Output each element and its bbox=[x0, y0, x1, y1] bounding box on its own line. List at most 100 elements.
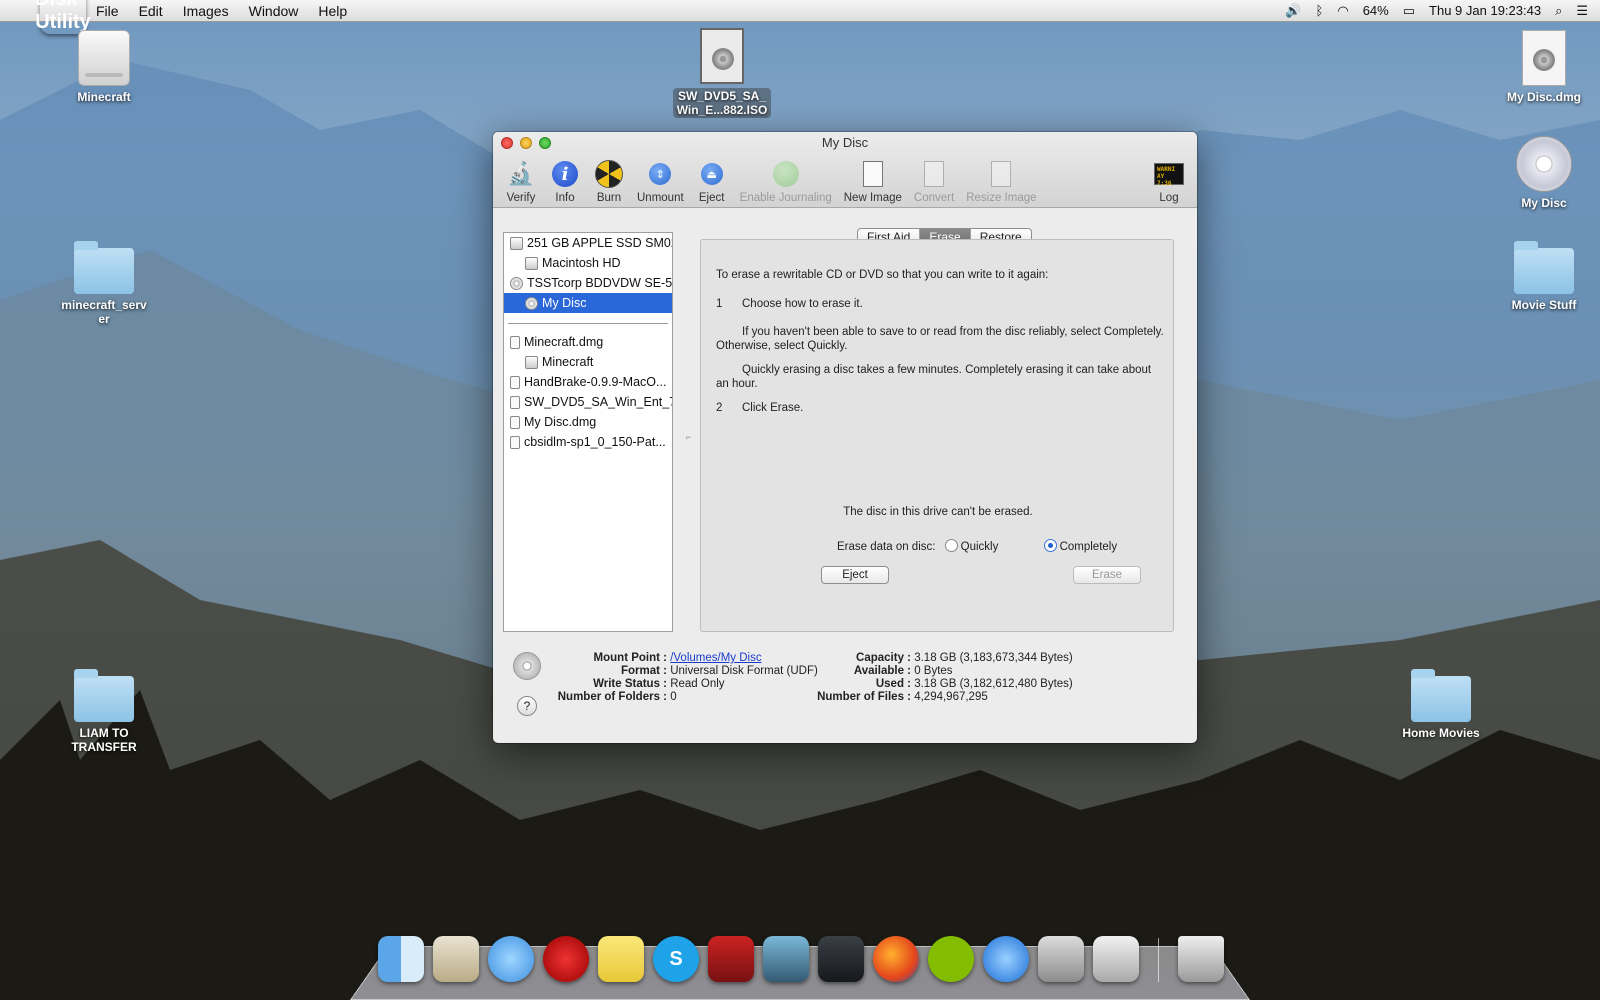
spotlight-search-icon[interactable]: ⌕ bbox=[1555, 3, 1562, 19]
dock-itunes-icon[interactable] bbox=[983, 936, 1029, 982]
eject-icon: ⏏ bbox=[700, 163, 723, 185]
sidebar-item-macintosh-hd[interactable]: Macintosh HD bbox=[504, 253, 672, 273]
menu-app-name[interactable]: Disk Utility bbox=[35, 0, 91, 34]
disc-icon bbox=[513, 652, 541, 680]
menu-file[interactable]: File bbox=[86, 3, 129, 19]
menu-edit[interactable]: Edit bbox=[129, 3, 173, 19]
erase-button[interactable]: Erase bbox=[1073, 566, 1141, 584]
number-of-files-row: Number of Files : 4,294,967,295 bbox=[817, 691, 988, 703]
new-image-button[interactable]: New Image bbox=[838, 158, 908, 204]
folder-icon bbox=[74, 669, 134, 722]
disc-icon bbox=[525, 296, 538, 310]
sidebar-item-optical-drive[interactable]: TSSTcorp BDDVDW SE-5... bbox=[504, 273, 672, 293]
desktop-icon-liam-to-transfer[interactable]: LIAM TO TRANSFER bbox=[49, 669, 159, 754]
volume-icon bbox=[525, 355, 538, 369]
folder-icon bbox=[1411, 669, 1471, 722]
eject-button[interactable]: Eject bbox=[821, 566, 889, 584]
desktop-icon-minecraft-server[interactable]: minecraft_serv er bbox=[49, 241, 159, 326]
battery-percent[interactable]: 64% bbox=[1363, 3, 1389, 18]
dock-trash-icon[interactable] bbox=[1178, 936, 1224, 982]
erase-panel: To erase a rewritable CD or DVD so that … bbox=[700, 239, 1174, 632]
convert-icon bbox=[924, 161, 945, 187]
desktop-icon-movie-stuff[interactable]: Movie Stuff bbox=[1489, 241, 1599, 312]
write-status-row: Write Status : Read Only bbox=[593, 678, 725, 690]
desktop-icon-my-disc[interactable]: My Disc bbox=[1489, 136, 1599, 210]
desktop-icon-minecraft[interactable]: Minecraft bbox=[49, 30, 159, 104]
toolbar: 🔬 Verify i Info Burn ⇕ Unmount ⏏ Eject E… bbox=[499, 158, 1191, 204]
sidebar-item-minecraft-volume[interactable]: Minecraft bbox=[504, 352, 672, 372]
console-log-icon: WARNI AY 7:36 bbox=[1154, 163, 1184, 187]
number-of-folders-row: Number of Folders : 0 bbox=[557, 691, 677, 703]
dock-downloader-icon[interactable] bbox=[543, 936, 589, 982]
sidebar-item-handbrake[interactable]: HandBrake-0.9.9-MacO... bbox=[504, 372, 672, 392]
erase-status-message: The disc in this drive can't be erased. bbox=[843, 506, 1033, 518]
window-titlebar[interactable]: My Disc 🔬 Verify i Info Burn ⇕ Unmount ⏏… bbox=[493, 132, 1197, 208]
sidebar-item-sw-dvd5[interactable]: SW_DVD5_SA_Win_Ent_7... bbox=[504, 392, 672, 412]
burn-button[interactable]: Burn bbox=[587, 158, 631, 204]
unmount-icon: ⇕ bbox=[649, 163, 672, 185]
resize-image-icon bbox=[991, 161, 1012, 187]
dock-photo-booth-icon[interactable] bbox=[708, 936, 754, 982]
format-row: Format : Universal Disk Format (UDF) bbox=[621, 665, 818, 677]
volume-icon bbox=[525, 256, 538, 270]
available-row: Available : 0 Bytes bbox=[853, 665, 953, 677]
menu-window[interactable]: Window bbox=[239, 3, 309, 19]
notification-center-icon[interactable]: ☰ bbox=[1576, 3, 1588, 19]
dock-disk-utility-icon[interactable] bbox=[1038, 936, 1084, 982]
unmount-button[interactable]: ⇕ Unmount bbox=[631, 158, 690, 204]
sidebar-item-minecraft-dmg[interactable]: Minecraft.dmg bbox=[504, 332, 672, 352]
menu-images[interactable]: Images bbox=[173, 3, 239, 19]
disk-image-icon bbox=[700, 28, 744, 84]
disk-image-file-icon bbox=[510, 395, 520, 409]
battery-icon[interactable]: ▭ bbox=[1403, 3, 1415, 19]
log-button[interactable]: WARNI AY 7:36 Log bbox=[1147, 158, 1191, 204]
hard-drive-icon bbox=[510, 236, 523, 250]
dock-image-capture-icon[interactable] bbox=[763, 936, 809, 982]
bluetooth-icon[interactable]: ᛒ bbox=[1316, 3, 1324, 18]
dock-messages-icon[interactable] bbox=[488, 936, 534, 982]
eject-toolbar-button[interactable]: ⏏ Eject bbox=[690, 158, 734, 204]
resize-image-button[interactable]: Resize Image bbox=[960, 158, 1042, 204]
split-view-grip[interactable]: ⌐ bbox=[686, 432, 691, 442]
sidebar-item-my-disc-dmg[interactable]: My Disc.dmg bbox=[504, 412, 672, 432]
dock-system-preferences-icon[interactable] bbox=[1093, 936, 1139, 982]
dock-finder-icon[interactable] bbox=[378, 936, 424, 982]
volume-icon[interactable]: 🔊 bbox=[1285, 3, 1301, 19]
menu-help[interactable]: Help bbox=[308, 3, 357, 19]
dock-steam-icon[interactable] bbox=[818, 936, 864, 982]
disk-image-file-icon bbox=[510, 335, 520, 349]
verify-button[interactable]: 🔬 Verify bbox=[499, 158, 543, 204]
radio-completely-circle[interactable] bbox=[1043, 539, 1057, 552]
radio-quickly[interactable]: Quickly bbox=[944, 539, 998, 553]
sidebar-item-cbsidlm[interactable]: cbsidlm-sp1_0_150-Pat... bbox=[504, 432, 672, 452]
disk-utility-window: My Disc 🔬 Verify i Info Burn ⇕ Unmount ⏏… bbox=[493, 132, 1197, 743]
dock-spotify-icon[interactable] bbox=[928, 936, 974, 982]
dock-firefox-icon[interactable] bbox=[873, 936, 919, 982]
desktop-icon-my-disc-dmg[interactable]: My Disc.dmg bbox=[1489, 30, 1599, 104]
desktop-icon-iso[interactable]: SW_DVD5_SA_ Win_E...882.ISO bbox=[667, 28, 777, 118]
dock-skype-icon[interactable]: S bbox=[653, 936, 699, 982]
dock-separator bbox=[1158, 938, 1159, 982]
radio-quickly-circle[interactable] bbox=[944, 539, 958, 552]
disk-image-file-icon bbox=[510, 375, 520, 389]
desktop-icon-home-movies[interactable]: Home Movies bbox=[1386, 669, 1496, 740]
disc-info-footer: ? Mount Point : /Volumes/My Disc Format … bbox=[493, 644, 1197, 740]
clock[interactable]: Thu 9 Jan 19:23:43 bbox=[1429, 3, 1541, 18]
enable-journaling-button[interactable]: Enable Journaling bbox=[734, 158, 838, 204]
convert-button[interactable]: Convert bbox=[908, 158, 960, 204]
info-button[interactable]: i Info bbox=[543, 158, 587, 204]
dvd-disc-icon bbox=[1516, 136, 1572, 192]
help-button[interactable]: ? bbox=[517, 696, 537, 716]
dock-stickies-icon[interactable] bbox=[598, 936, 644, 982]
dock-mail-icon[interactable] bbox=[433, 936, 479, 982]
erase-options-row: Erase data on disc: Quickly Completely bbox=[837, 539, 1177, 554]
sidebar-item-my-disc[interactable]: My Disc bbox=[504, 293, 672, 313]
erase-step-1: 1 Choose how to erase it. bbox=[716, 298, 863, 310]
optical-drive-icon bbox=[510, 276, 523, 290]
info-icon: i bbox=[552, 161, 578, 187]
burn-radiation-icon bbox=[595, 160, 623, 188]
wifi-icon[interactable]: ◠ bbox=[1337, 3, 1348, 19]
sidebar-item-apple-ssd[interactable]: 251 GB APPLE SSD SM02... bbox=[504, 233, 672, 253]
radio-completely[interactable]: Completely bbox=[1043, 539, 1117, 553]
mount-point-link[interactable]: /Volumes/My Disc bbox=[670, 652, 761, 664]
